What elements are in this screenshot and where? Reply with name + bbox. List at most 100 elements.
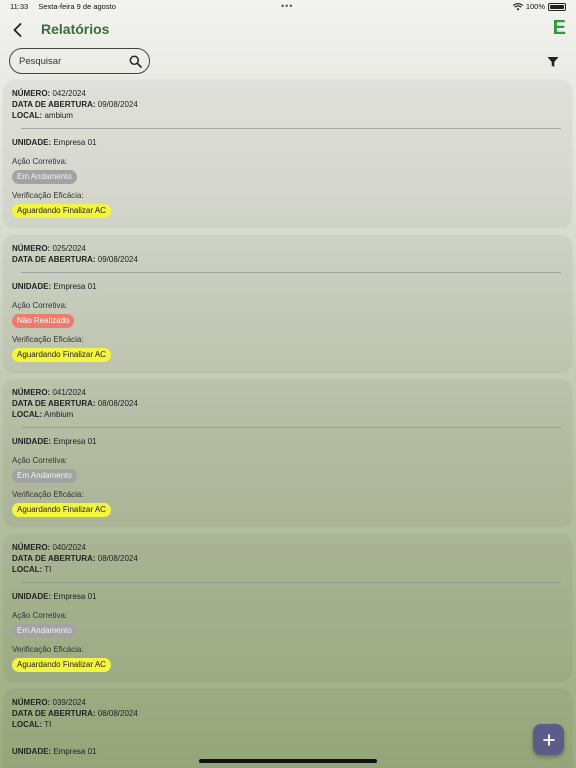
data-row: DATA DE ABERTURA: 08/08/2024 [12, 553, 563, 564]
battery-percent: 100% [525, 2, 545, 11]
numero-value: 025/2024 [52, 244, 86, 253]
numero-label: NÚMERO: [12, 244, 51, 253]
local-row: LOCAL: TI [12, 564, 563, 575]
acao-label: Ação Corretiva: [12, 157, 68, 166]
unidade-label: UNIDADE: [12, 138, 52, 147]
data-row: DATA DE ABERTURA: 08/08/2024 [12, 398, 563, 409]
divider [21, 272, 561, 273]
wifi-icon [512, 2, 523, 10]
local-value: TI [44, 720, 52, 729]
local-label: LOCAL: [12, 720, 43, 729]
search-icon [129, 55, 142, 68]
unidade-value: Empresa 01 [53, 592, 97, 601]
status-bar: 11:33 Sexta-feira 9 de agosto ••• 100% [0, 0, 576, 14]
acao-status-badge: Em Andamento [12, 469, 77, 483]
data-row: DATA DE ABERTURA: 09/08/2024 [12, 254, 563, 265]
numero-row: NÚMERO: 039/2024 [12, 697, 563, 708]
acao-label: Ação Corretiva: [12, 456, 68, 465]
verificacao-label: Verificação Eficácia: [12, 490, 84, 499]
filter-button[interactable] [547, 55, 559, 67]
verificacao-status-badge: Aguardando Finalizar AC [12, 204, 111, 218]
local-row: LOCAL: ambium [12, 110, 563, 121]
multitasking-dots-icon[interactable]: ••• [281, 1, 293, 11]
search-input[interactable] [19, 55, 124, 67]
status-time: 11:33 [10, 2, 29, 11]
verificacao-label: Verificação Eficácia: [12, 191, 84, 200]
unidade-value: Empresa 01 [53, 282, 97, 291]
unidade-row: UNIDADE: Empresa 01 [12, 137, 563, 148]
acao-status-badge: Em Andamento [12, 624, 77, 638]
status-left: 11:33 Sexta-feira 9 de agosto [10, 2, 124, 11]
data-label: DATA DE ABERTURA: [12, 709, 96, 718]
numero-row: NÚMERO: 042/2024 [12, 88, 563, 99]
numero-label: NÚMERO: [12, 698, 51, 707]
divider [21, 128, 561, 129]
unidade-value: Empresa 01 [53, 138, 97, 147]
plus-icon [542, 733, 555, 746]
numero-value: 042/2024 [52, 89, 86, 98]
data-row: DATA DE ABERTURA: 09/08/2024 [12, 99, 563, 110]
numero-row: NÚMERO: 025/2024 [12, 243, 563, 254]
add-report-button[interactable] [533, 724, 564, 755]
local-label: LOCAL: [12, 111, 43, 120]
unidade-row: UNIDADE: Empresa 01 [12, 281, 563, 292]
data-value: 08/08/2024 [97, 399, 138, 408]
unidade-label: UNIDADE: [12, 747, 52, 756]
unidade-row: UNIDADE: Empresa 01 [12, 746, 563, 757]
numero-label: NÚMERO: [12, 388, 51, 397]
local-row: LOCAL: TI [12, 719, 563, 730]
local-value: ambium [44, 111, 73, 120]
divider [21, 427, 561, 428]
report-card[interactable]: NÚMERO: 041/2024 DATA DE ABERTURA: 08/08… [4, 379, 571, 525]
verificacao-status-badge: Aguardando Finalizar AC [12, 503, 111, 517]
back-button[interactable] [8, 20, 26, 40]
numero-row: NÚMERO: 040/2024 [12, 542, 563, 553]
verificacao-label: Verificação Eficácia: [12, 335, 84, 344]
data-label: DATA DE ABERTURA: [12, 255, 96, 264]
acao-label: Ação Corretiva: [12, 301, 68, 310]
verificacao-status-badge: Aguardando Finalizar AC [12, 348, 111, 362]
unidade-value: Empresa 01 [53, 747, 97, 756]
filter-icon [547, 57, 559, 67]
acao-status-badge: Não Realizado [12, 314, 75, 328]
unidade-value: Empresa 01 [53, 437, 97, 446]
unidade-label: UNIDADE: [12, 437, 52, 446]
data-value: 09/08/2024 [97, 255, 138, 264]
brand-logo: E [552, 17, 566, 39]
nav-bar: Relatórios E [0, 14, 576, 46]
data-value: 09/08/2024 [97, 100, 138, 109]
report-card[interactable]: NÚMERO: 025/2024 DATA DE ABERTURA: 09/08… [4, 235, 571, 371]
report-card[interactable]: NÚMERO: 042/2024 DATA DE ABERTURA: 09/08… [4, 80, 571, 226]
local-label: LOCAL: [12, 565, 43, 574]
verificacao-status-badge: Aguardando Finalizar AC [12, 658, 111, 672]
local-row: LOCAL: Ambium [12, 409, 563, 420]
local-value: TI [44, 565, 52, 574]
home-indicator[interactable] [199, 759, 377, 763]
numero-value: 039/2024 [52, 698, 86, 707]
battery-icon [548, 2, 566, 11]
search-button[interactable] [129, 55, 142, 68]
search-bar [9, 48, 150, 74]
acao-label: Ação Corretiva: [12, 611, 68, 620]
data-value: 08/08/2024 [97, 554, 138, 563]
numero-value: 040/2024 [52, 543, 86, 552]
data-value: 08/08/2024 [97, 709, 138, 718]
acao-status-badge: Em Andamento [12, 170, 77, 184]
numero-label: NÚMERO: [12, 89, 51, 98]
data-label: DATA DE ABERTURA: [12, 399, 96, 408]
report-card[interactable]: NÚMERO: 040/2024 DATA DE ABERTURA: 08/08… [4, 534, 571, 680]
verificacao-label: Verificação Eficácia: [12, 645, 84, 654]
local-value: Ambium [44, 410, 74, 419]
status-date: Sexta-feira 9 de agosto [38, 2, 116, 11]
numero-value: 041/2024 [52, 388, 86, 397]
numero-row: NÚMERO: 041/2024 [12, 387, 563, 398]
chevron-left-icon [13, 23, 21, 37]
status-right: 100% [512, 2, 566, 11]
data-label: DATA DE ABERTURA: [12, 554, 96, 563]
unidade-label: UNIDADE: [12, 282, 52, 291]
data-label: DATA DE ABERTURA: [12, 100, 96, 109]
unidade-row: UNIDADE: Empresa 01 [12, 436, 563, 447]
numero-label: NÚMERO: [12, 543, 51, 552]
report-card[interactable]: NÚMERO: 039/2024 DATA DE ABERTURA: 08/08… [4, 689, 571, 768]
local-label: LOCAL: [12, 410, 43, 419]
